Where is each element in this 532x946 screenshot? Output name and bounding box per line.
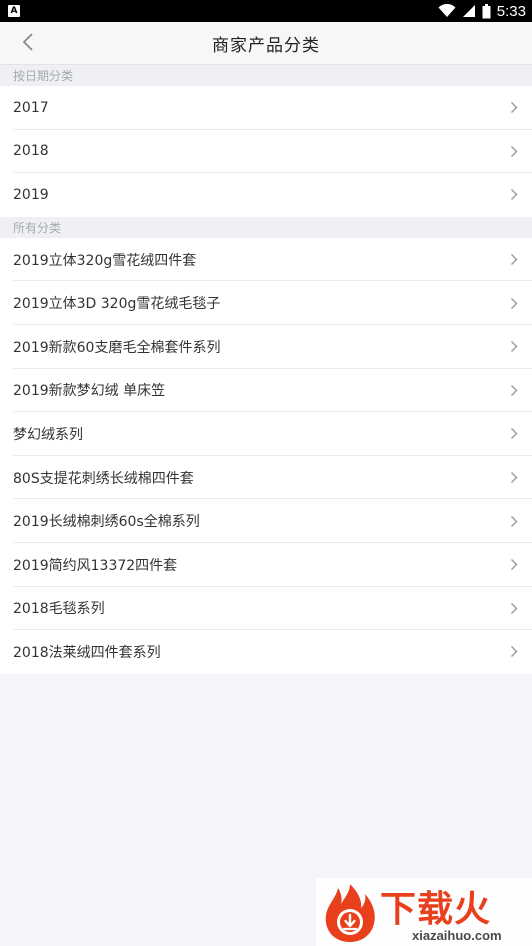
- chevron-right-icon: [510, 384, 518, 397]
- chevron-right-icon: [510, 471, 518, 484]
- notification-icon: A: [8, 5, 20, 17]
- chevron-right-icon: [510, 253, 518, 266]
- category-list-item[interactable]: 2019长绒棉刺绣60s全棉系列: [0, 499, 532, 543]
- category-list-item[interactable]: 2019立体3D 320g雪花绒毛毯子: [0, 281, 532, 325]
- watermark-domain: xiazaihuo.com: [412, 928, 502, 943]
- chevron-right-icon: [510, 188, 518, 201]
- category-list-item[interactable]: 2018: [0, 130, 532, 174]
- category-list: 2019立体320g雪花绒四件套 2019立体3D 320g雪花绒毛毯子 2019新…: [0, 237, 532, 674]
- category-list-item[interactable]: 2018法莱绒四件套系列: [0, 630, 532, 674]
- chevron-right-icon: [510, 602, 518, 615]
- battery-icon: [482, 3, 491, 19]
- category-label: 2019新款60支磨毛全棉套件系列: [13, 339, 221, 356]
- category-list-item[interactable]: 2017: [0, 86, 532, 130]
- category-label: 2018毛毯系列: [13, 601, 105, 618]
- watermark: 下载火 xiazaihuo.com: [316, 878, 532, 946]
- category-label: 2019立体320g雪花绒四件套: [13, 252, 197, 269]
- category-list-item[interactable]: 2019简约风13372四件套: [0, 543, 532, 587]
- watermark-text: 下载火: [380, 889, 492, 930]
- chevron-right-icon: [510, 145, 518, 158]
- category-label: 2019长绒棉刺绣60s全棉系列: [13, 514, 200, 531]
- category-label: 80S支提花刺绣长绒棉四件套: [13, 470, 194, 487]
- category-list-item[interactable]: 2019新款60支磨毛全棉套件系列: [0, 325, 532, 369]
- status-time: 5:33: [496, 2, 526, 20]
- category-list-item[interactable]: 2019: [0, 173, 532, 217]
- wifi-icon: [438, 4, 456, 18]
- chevron-right-icon: [510, 558, 518, 571]
- chevron-left-icon: [21, 32, 35, 56]
- chevron-right-icon: [510, 297, 518, 310]
- category-list-item[interactable]: 2019立体320g雪花绒四件套: [0, 238, 532, 282]
- category-list-item[interactable]: 2019新款梦幻绒 单床笠: [0, 369, 532, 413]
- chevron-right-icon: [510, 645, 518, 658]
- chevron-right-icon: [510, 427, 518, 440]
- section-header: 所有分类: [0, 216, 532, 238]
- signal-icon: [462, 4, 476, 18]
- chevron-right-icon: [510, 101, 518, 114]
- category-label: 2019简约风13372四件套: [13, 557, 178, 574]
- back-button[interactable]: [8, 22, 48, 65]
- page-title: 商家产品分类: [212, 35, 320, 56]
- category-label: 2019: [13, 186, 49, 203]
- status-right: 5:33: [438, 3, 526, 20]
- category-label: 2017: [13, 99, 49, 116]
- category-sections: 按日期分类 2017 2018 2019 所有分类 2019立体320g雪花绒四件套 201…: [0, 65, 532, 674]
- chevron-right-icon: [510, 515, 518, 528]
- category-list-item[interactable]: 80S支提花刺绣长绒棉四件套: [0, 456, 532, 500]
- category-label: 梦幻绒系列: [13, 426, 83, 443]
- category-label: 2018: [13, 143, 49, 160]
- category-label: 2019新款梦幻绒 单床笠: [13, 383, 166, 400]
- category-label: 2019立体3D 320g雪花绒毛毯子: [13, 296, 221, 313]
- category-label: 2018法莱绒四件套系列: [13, 644, 161, 661]
- status-left: A: [8, 5, 20, 17]
- category-list-item[interactable]: 2018毛毯系列: [0, 587, 532, 631]
- chevron-right-icon: [510, 340, 518, 353]
- status-bar: A 5:33: [0, 0, 532, 22]
- title-bar: 商家产品分类: [0, 22, 532, 65]
- category-list-item[interactable]: 梦幻绒系列: [0, 412, 532, 456]
- flame-logo-icon: [320, 882, 380, 946]
- section-header: 按日期分类: [0, 65, 532, 86]
- category-list: 2017 2018 2019: [0, 86, 532, 217]
